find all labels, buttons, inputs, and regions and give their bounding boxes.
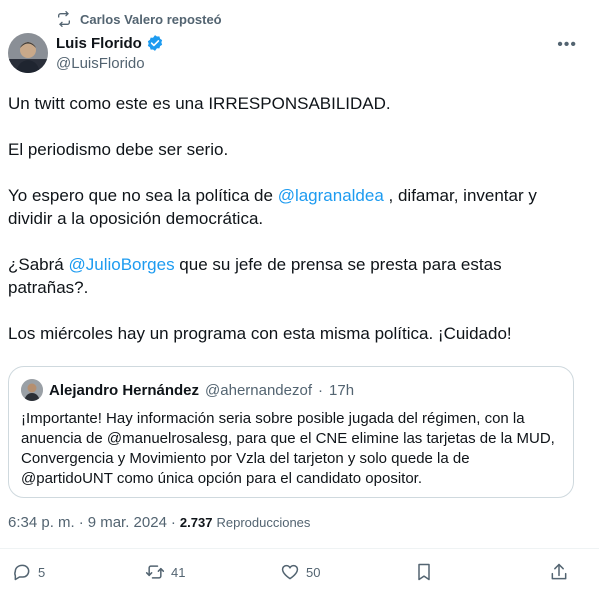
quote-author-name: Alejandro Hernández (49, 381, 200, 399)
quote-author-handle: @ahernandezof (205, 381, 313, 399)
mention-link[interactable]: @lagranaldea (278, 186, 384, 205)
quote-text: ¡Importante! Hay información seria sobre… (21, 410, 555, 487)
author-name[interactable]: Luis Florido (56, 35, 142, 52)
mention-link[interactable]: @JulioBorges (68, 255, 174, 274)
author-avatar[interactable] (8, 33, 48, 73)
bookmark-button[interactable] (414, 562, 434, 582)
action-bar: 5 41 50 (0, 562, 599, 588)
meta-separator: · (78, 514, 84, 531)
reply-button[interactable]: 5 (12, 562, 45, 582)
share-button[interactable] (549, 562, 569, 582)
repost-icon (58, 11, 70, 27)
verified-badge-icon (147, 35, 162, 51)
tweet-body: Un twitt como este es una IRRESPONSABILI… (8, 92, 578, 345)
like-count: 50 (306, 564, 321, 580)
views-label: Reproducciones (216, 515, 311, 530)
tweet-paragraph: Un twitt como este es una IRRESPONSABILI… (8, 94, 391, 113)
reply-icon (14, 564, 30, 581)
quote-avatar (21, 379, 43, 401)
views-count: 2.737 (179, 515, 213, 530)
tweet-paragraph: Yo espero que no sea la política de @lag… (8, 186, 537, 228)
tweet-paragraph: ¿Sabrá @JulioBorges que su jefe de prens… (8, 255, 502, 297)
reply-count: 5 (38, 564, 46, 580)
tweet-time[interactable]: 6:34 p. m. (8, 514, 75, 531)
repost-indicator[interactable]: Carlos Valero reposteó (56, 11, 222, 27)
like-button[interactable]: 50 (280, 562, 320, 582)
more-options-icon[interactable]: ••• (557, 36, 577, 54)
repost-icon (145, 565, 165, 579)
repost-text: Carlos Valero reposteó (80, 11, 222, 27)
meta-separator: · (170, 514, 176, 531)
author-block[interactable]: Luis Florido @LuisFlorido (56, 34, 164, 72)
tweet-meta: 6:34 p. m. · 9 mar. 2024 · 2.737 Reprodu… (8, 514, 310, 531)
repost-count: 41 (171, 564, 186, 580)
author-handle[interactable]: @LuisFlorido (56, 55, 164, 72)
tweet-paragraph: Los miércoles hay un programa con esta m… (8, 324, 512, 343)
heart-icon (281, 564, 299, 580)
quoted-tweet[interactable]: Alejandro Hernández @ahernandezof · 17h … (8, 366, 574, 498)
repost-button[interactable]: 41 (145, 562, 185, 582)
quote-separator: · (318, 381, 324, 399)
share-icon (551, 563, 567, 580)
tweet-date[interactable]: 9 mar. 2024 (88, 514, 167, 531)
tweet-paragraph: El periodismo debe ser serio. (8, 140, 229, 159)
divider (0, 548, 599, 549)
bookmark-icon (418, 563, 430, 581)
quote-timestamp: 17h (329, 381, 355, 399)
